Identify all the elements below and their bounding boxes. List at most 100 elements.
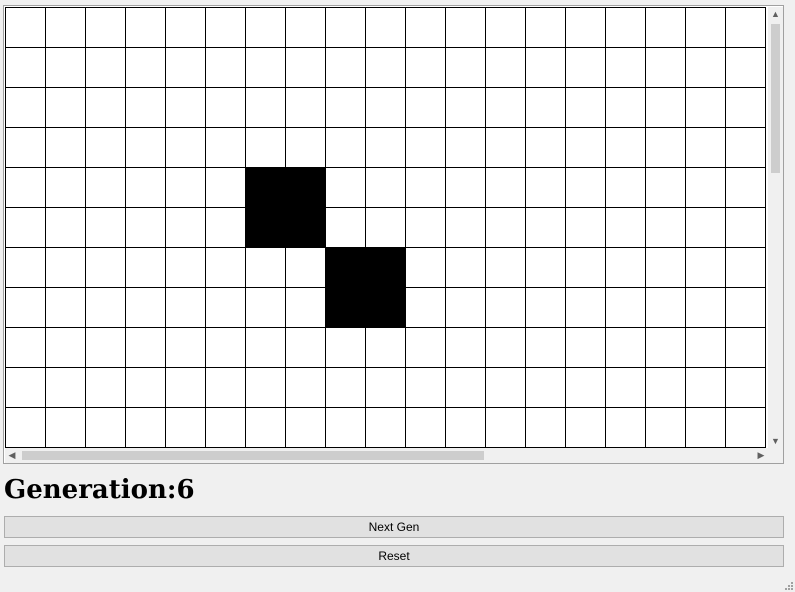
grid-cell[interactable]: [566, 368, 606, 408]
grid-cell[interactable]: [366, 368, 406, 408]
grid-cell[interactable]: [206, 288, 246, 328]
grid-cell[interactable]: [326, 208, 366, 248]
grid-cell[interactable]: [566, 208, 606, 248]
grid-cell[interactable]: [326, 408, 366, 448]
grid-cell[interactable]: [606, 48, 646, 88]
grid-cell[interactable]: [166, 168, 206, 208]
grid-cell[interactable]: [686, 368, 726, 408]
life-grid[interactable]: [5, 7, 766, 448]
grid-cell[interactable]: [726, 368, 766, 408]
grid-cell[interactable]: [126, 168, 166, 208]
grid-scroll-area[interactable]: ▲ ▼ ◀ ▶: [3, 5, 784, 464]
grid-cell[interactable]: [406, 48, 446, 88]
grid-cell[interactable]: [646, 208, 686, 248]
grid-cell[interactable]: [686, 288, 726, 328]
grid-cell[interactable]: [46, 328, 86, 368]
grid-cell[interactable]: [606, 168, 646, 208]
grid-cell[interactable]: [6, 328, 46, 368]
grid-cell[interactable]: [286, 128, 326, 168]
grid-cell[interactable]: [46, 248, 86, 288]
grid-cell[interactable]: [366, 48, 406, 88]
grid-cell[interactable]: [686, 8, 726, 48]
grid-cell[interactable]: [46, 288, 86, 328]
grid-cell[interactable]: [726, 88, 766, 128]
grid-cell[interactable]: [486, 128, 526, 168]
grid-cell[interactable]: [526, 328, 566, 368]
grid-cell[interactable]: [206, 208, 246, 248]
grid-cell[interactable]: [526, 368, 566, 408]
grid-cell[interactable]: [726, 128, 766, 168]
grid-cell[interactable]: [86, 248, 126, 288]
grid-cell[interactable]: [446, 208, 486, 248]
grid-cell[interactable]: [726, 168, 766, 208]
grid-cell[interactable]: [126, 368, 166, 408]
grid-cell[interactable]: [126, 328, 166, 368]
grid-cell[interactable]: [286, 408, 326, 448]
grid-cell[interactable]: [46, 208, 86, 248]
grid-cell[interactable]: [46, 408, 86, 448]
grid-cell[interactable]: [326, 88, 366, 128]
grid-cell-alive[interactable]: [286, 208, 326, 248]
grid-cell[interactable]: [86, 8, 126, 48]
grid-cell[interactable]: [6, 8, 46, 48]
grid-cell[interactable]: [446, 408, 486, 448]
grid-cell[interactable]: [566, 288, 606, 328]
grid-cell[interactable]: [566, 168, 606, 208]
grid-cell[interactable]: [726, 288, 766, 328]
grid-cell-alive[interactable]: [246, 208, 286, 248]
grid-cell[interactable]: [646, 8, 686, 48]
grid-cell[interactable]: [286, 368, 326, 408]
grid-cell[interactable]: [686, 208, 726, 248]
grid-cell[interactable]: [246, 408, 286, 448]
grid-cell[interactable]: [606, 408, 646, 448]
grid-cell[interactable]: [46, 48, 86, 88]
grid-cell[interactable]: [446, 8, 486, 48]
grid-cell[interactable]: [206, 368, 246, 408]
grid-cell[interactable]: [6, 88, 46, 128]
grid-cell[interactable]: [286, 88, 326, 128]
grid-cell[interactable]: [126, 88, 166, 128]
grid-cell[interactable]: [86, 368, 126, 408]
grid-cell[interactable]: [446, 88, 486, 128]
grid-cell[interactable]: [566, 128, 606, 168]
grid-cell[interactable]: [366, 8, 406, 48]
grid-cell[interactable]: [6, 368, 46, 408]
grid-cell[interactable]: [326, 168, 366, 208]
grid-cell[interactable]: [126, 208, 166, 248]
grid-cell[interactable]: [486, 88, 526, 128]
grid-cell[interactable]: [566, 328, 606, 368]
grid-cell[interactable]: [46, 368, 86, 408]
grid-cell[interactable]: [86, 208, 126, 248]
grid-cell[interactable]: [406, 288, 446, 328]
grid-cell[interactable]: [326, 128, 366, 168]
grid-cell[interactable]: [486, 208, 526, 248]
grid-cell[interactable]: [86, 128, 126, 168]
grid-cell[interactable]: [166, 248, 206, 288]
grid-cell[interactable]: [446, 328, 486, 368]
grid-cell[interactable]: [646, 288, 686, 328]
size-grip-icon[interactable]: [785, 582, 793, 590]
grid-cell[interactable]: [486, 288, 526, 328]
grid-cell[interactable]: [86, 48, 126, 88]
grid-cell[interactable]: [406, 128, 446, 168]
grid-cell[interactable]: [566, 248, 606, 288]
grid-cell[interactable]: [206, 248, 246, 288]
vertical-scroll-thumb[interactable]: [771, 24, 780, 173]
grid-cell[interactable]: [486, 248, 526, 288]
grid-cell[interactable]: [446, 248, 486, 288]
grid-cell[interactable]: [686, 408, 726, 448]
scroll-up-arrow-icon[interactable]: ▲: [768, 7, 783, 21]
grid-cell[interactable]: [366, 208, 406, 248]
grid-cell[interactable]: [246, 248, 286, 288]
grid-cell[interactable]: [566, 8, 606, 48]
grid-cell[interactable]: [686, 248, 726, 288]
grid-cell[interactable]: [606, 288, 646, 328]
grid-cell[interactable]: [46, 168, 86, 208]
grid-cell[interactable]: [486, 408, 526, 448]
grid-cell[interactable]: [246, 328, 286, 368]
grid-cell[interactable]: [446, 168, 486, 208]
grid-cell[interactable]: [46, 88, 86, 128]
grid-cell[interactable]: [166, 128, 206, 168]
grid-cell[interactable]: [526, 8, 566, 48]
grid-cell[interactable]: [406, 8, 446, 48]
